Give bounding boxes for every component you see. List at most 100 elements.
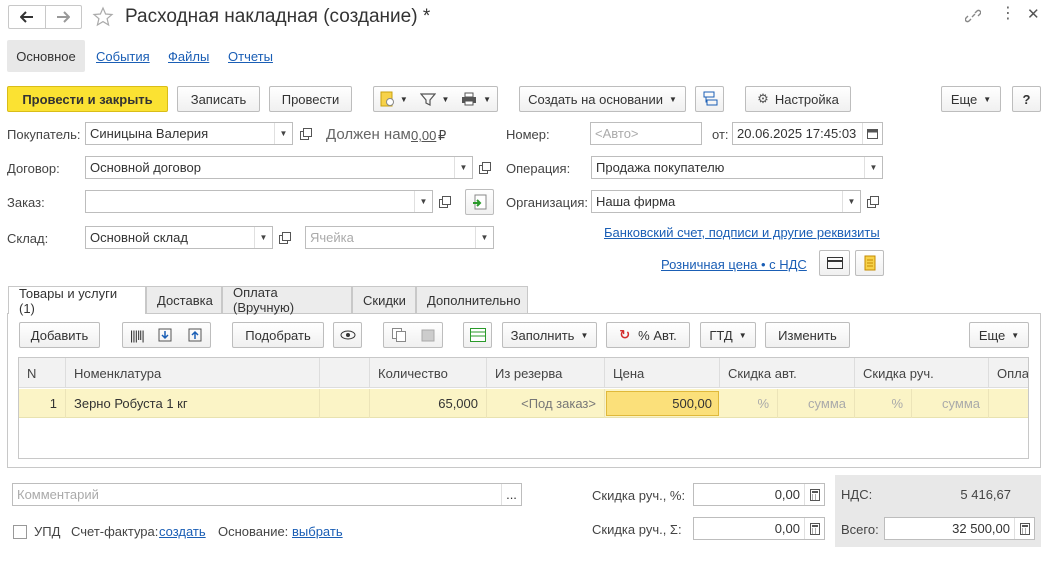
comment-expand-button[interactable]: ... [501,484,521,505]
bank-details-link[interactable]: Банковский счет, подписи и другие реквиз… [604,225,880,240]
cell-disc-auto-sum[interactable]: сумма [778,389,855,418]
table-row[interactable]: 1 Зерно Робуста 1 кг 65,000 <Под заказ> … [19,389,1028,418]
operation-field[interactable]: Продажа покупателю ▼ [591,156,883,179]
calculator-icon[interactable] [804,484,824,505]
post-and-close-button[interactable]: Провести и закрыть [7,86,168,112]
chevron-down-icon[interactable]: ▼ [475,227,493,248]
more-button[interactable]: Еще ▼ [941,86,1001,112]
auto-discount-button[interactable]: ↻ % Авт. [606,322,690,348]
cell-reserve[interactable]: <Под заказ> [487,389,605,418]
disc-sum-field[interactable]: 0,00 [693,517,825,540]
open-warehouse-button[interactable] [275,226,294,249]
tab-goods[interactable]: Товары и услуги (1) [8,286,146,316]
calculator-icon[interactable] [804,518,824,539]
order-label: Заказ: [7,195,45,210]
tab-files[interactable]: Файлы [168,49,209,64]
chevron-down-icon[interactable]: ▼ [842,191,860,212]
col-disc-auto[interactable]: Скидка авт. [720,358,855,388]
print-icon[interactable]: ▼ [461,92,491,106]
comment-field[interactable]: Комментарий ... [12,483,522,506]
post-button[interactable]: Провести [269,86,352,112]
import-icon[interactable] [157,327,173,343]
tab-main[interactable]: Основное [7,40,85,72]
export-icon[interactable] [187,327,203,343]
back-button[interactable] [9,6,46,28]
add-button[interactable]: Добавить [19,322,100,348]
cell-price[interactable]: 500,00 [606,391,719,416]
calculator-icon[interactable] [1014,518,1034,539]
col-qty[interactable]: Количество [370,358,487,388]
tab-discounts[interactable]: Скидки [352,286,416,313]
document-yellow-icon[interactable]: ▼ [380,91,408,107]
contract-field[interactable]: Основной договор ▼ [85,156,473,179]
org-field[interactable]: Наша фирма ▼ [591,190,861,213]
cell-payment[interactable] [989,389,1028,418]
more-vertical-icon[interactable]: ⋮ [1000,6,1016,22]
owes-value[interactable]: 0,00 [411,128,436,143]
open-org-button[interactable] [863,190,882,213]
card-button[interactable] [819,250,850,276]
settings-button[interactable]: ⚙ Настройка [745,86,851,112]
cell-disc-man-sum[interactable]: сумма [912,389,989,418]
col-item[interactable]: Номенклатура [66,358,320,388]
cell-item[interactable]: Зерно Робуста 1 кг [66,389,320,418]
fill-button[interactable]: Заполнить ▼ [502,322,597,348]
date-field[interactable]: 20.06.2025 17:45:03 [732,122,883,145]
copy-icon[interactable] [391,328,406,342]
tab-delivery[interactable]: Доставка [146,286,222,313]
warehouse-field[interactable]: Основной склад ▼ [85,226,273,249]
view-button[interactable] [333,322,362,348]
col-price[interactable]: Цена [605,358,720,388]
buyer-field[interactable]: Синицына Валерия ▼ [85,122,293,145]
col-payment[interactable]: Опла [989,358,1028,388]
col-disc-manual[interactable]: Скидка руч. [855,358,989,388]
create-based-on-button[interactable]: Создать на основании ▼ [519,86,686,112]
upd-checkbox[interactable] [13,525,27,539]
change-button[interactable]: Изменить [765,322,850,348]
calendar-icon[interactable] [862,123,882,144]
paste-icon[interactable] [421,328,435,342]
chevron-down-icon[interactable]: ▼ [454,157,472,178]
chevron-down-icon[interactable]: ▼ [414,191,432,212]
chevron-down-icon[interactable]: ▼ [864,157,882,178]
barcode-icon[interactable]: |||‖| [130,328,145,343]
gtd-button[interactable]: ГТД ▼ [700,322,756,348]
structure-button[interactable] [695,86,724,112]
order-field[interactable]: ▼ [85,190,433,213]
basis-select-link[interactable]: выбрать [292,524,343,539]
col-reserve[interactable]: Из резерва [487,358,605,388]
star-icon[interactable] [92,6,114,28]
disc-pct-field[interactable]: 0,00 [693,483,825,506]
cell-field[interactable]: Ячейка ▼ [305,226,494,249]
total-field[interactable]: 32 500,00 [884,517,1035,540]
cell-disc-auto-pct[interactable]: % [720,389,778,418]
open-buyer-button[interactable] [296,122,315,145]
invoice-create-link[interactable]: создать [159,524,206,539]
tab-reports[interactable]: Отчеты [228,49,273,64]
forward-button[interactable] [46,6,82,28]
cell-char[interactable] [320,389,370,418]
chevron-down-icon[interactable]: ▼ [274,123,292,144]
tab-events[interactable]: События [96,49,150,64]
col-n[interactable]: N [19,358,66,388]
close-icon[interactable]: ✕ [1027,5,1040,23]
tab-additional[interactable]: Дополнительно [416,286,528,313]
table-settings-button[interactable] [463,322,492,348]
tab-payment[interactable]: Оплата (Вручную) [222,285,352,315]
fill-from-order-button[interactable] [465,189,494,215]
link-icon[interactable] [965,8,981,24]
pick-button[interactable]: Подобрать [232,322,324,348]
retail-price-link[interactable]: Розничная цена • с НДС [661,257,807,272]
number-field[interactable]: <Авто> [590,122,702,145]
receipt-button[interactable] [855,250,884,276]
chevron-down-icon[interactable]: ▼ [254,227,272,248]
open-order-button[interactable] [435,190,454,213]
open-contract-button[interactable] [475,156,494,179]
cell-disc-man-pct[interactable]: % [855,389,912,418]
filter-icon[interactable]: ▼ [419,92,449,106]
help-button[interactable]: ? [1012,86,1041,112]
cell-qty[interactable]: 65,000 [370,389,487,418]
col-char[interactable] [320,358,370,388]
table-more-button[interactable]: Еще ▼ [969,322,1029,348]
save-button[interactable]: Записать [177,86,260,112]
